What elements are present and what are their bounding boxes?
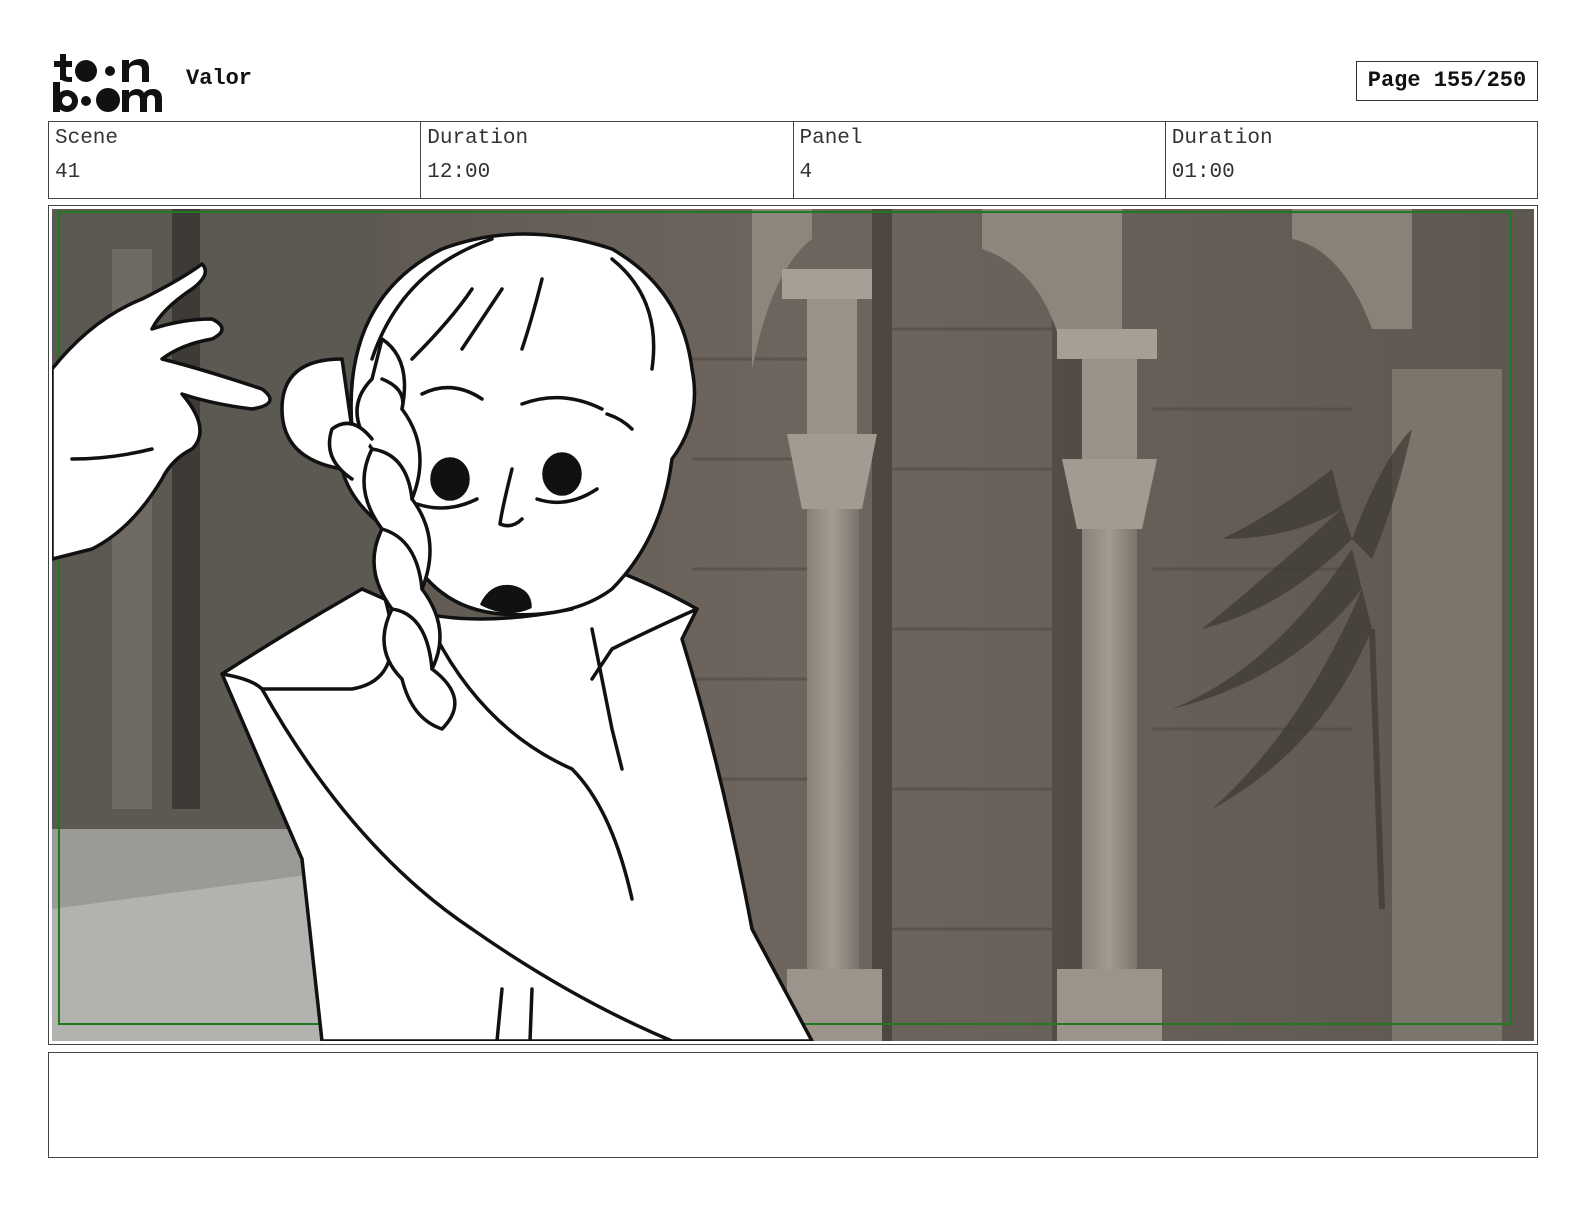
panel-label: Panel [799, 127, 863, 150]
scene-duration-value: 12:00 [427, 161, 491, 184]
scene-info-table: Scene 41 Duration 12:00 Panel 4 Duration… [48, 121, 1538, 199]
scene-duration-label: Duration [427, 127, 529, 150]
toonboom-logo-icon [53, 54, 162, 112]
notes-box [48, 1052, 1538, 1158]
panel-value: 4 [799, 161, 813, 184]
scene-duration-cell: Duration 12:00 [420, 122, 792, 198]
scene-cell: Scene 41 [49, 122, 420, 198]
page-indicator: Page 155/250 [1356, 61, 1538, 101]
panel-duration-label: Duration [1171, 127, 1273, 150]
scene-label: Scene [55, 127, 119, 150]
panel-duration-value: 01:00 [1171, 161, 1235, 184]
scene-value: 41 [55, 161, 81, 184]
panel-duration-cell: Duration 01:00 [1164, 122, 1537, 198]
right-pillar [1392, 369, 1502, 1041]
storyboard-panel-image [52, 209, 1534, 1041]
panel-cell: Panel 4 [792, 122, 1165, 198]
project-title: Valor [186, 66, 253, 91]
